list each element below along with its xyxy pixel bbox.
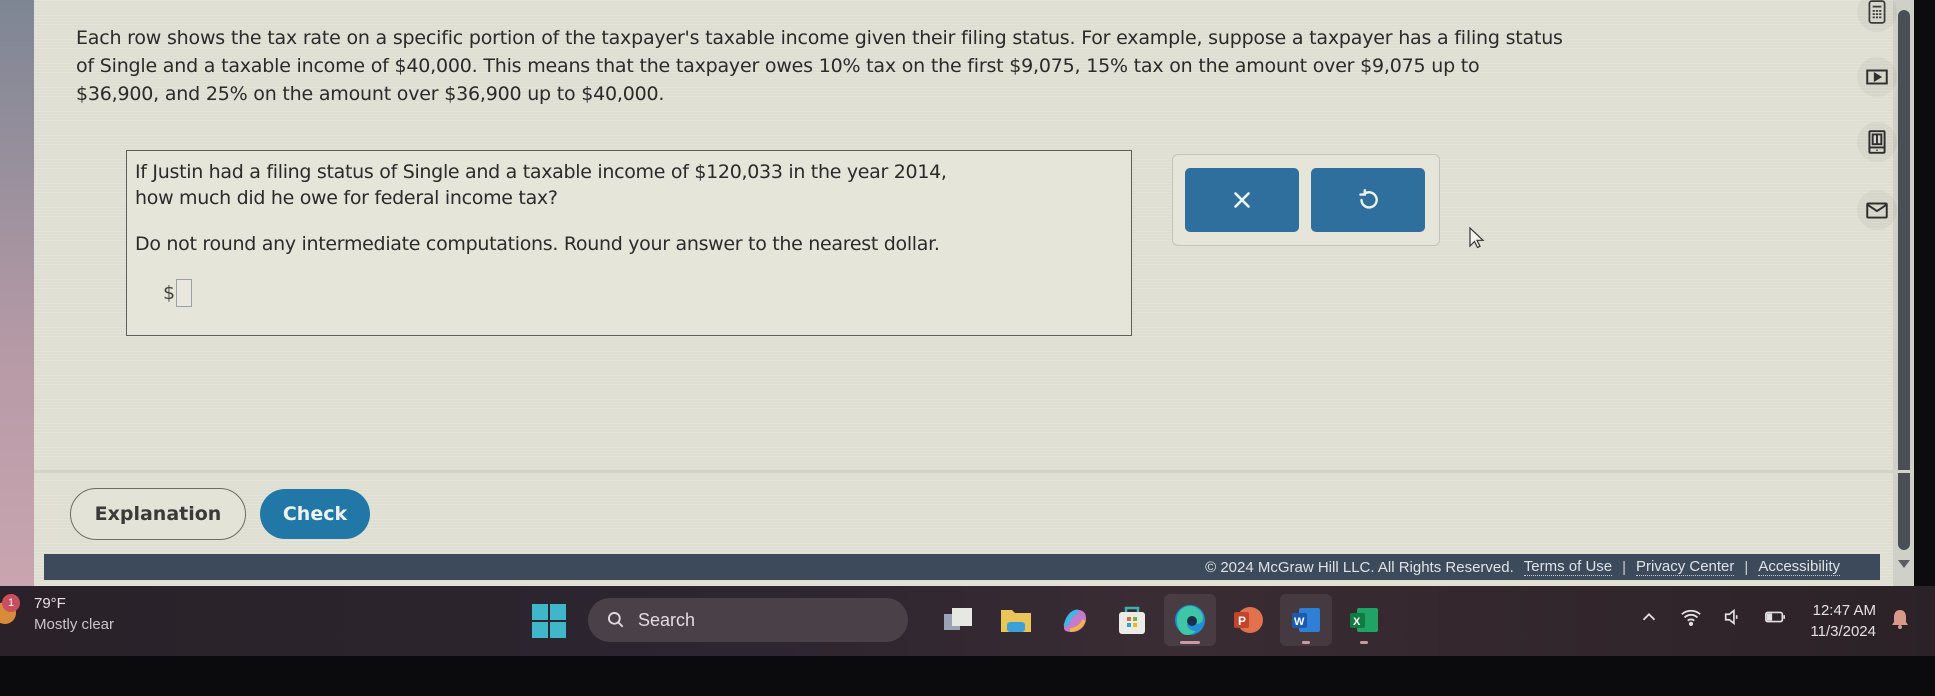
search-label: Search	[638, 609, 696, 630]
battery-icon[interactable]	[1764, 606, 1786, 628]
question-line-1: If Justin had a filing status of Single …	[135, 161, 947, 183]
intro-line-3: $36,900, and 25% on the amount over $36,…	[76, 83, 665, 105]
scrollbar-thumb[interactable]	[1898, 10, 1910, 550]
svg-text:P: P	[1238, 614, 1246, 628]
explanation-button[interactable]: Explanation	[70, 488, 246, 540]
ebook-button[interactable]	[1857, 122, 1897, 162]
weather-condition: Mostly clear	[34, 616, 115, 633]
chevron-up-icon[interactable]	[1638, 606, 1660, 628]
taskbar-app-edge[interactable]	[1164, 594, 1216, 646]
system-tray	[1638, 606, 1786, 628]
intro-line-1: Each row shows the tax rate on a specifi…	[76, 27, 1563, 49]
undo-icon	[1359, 189, 1378, 209]
word-icon: W	[1292, 608, 1320, 632]
taskbar-app-file-explorer[interactable]	[990, 594, 1042, 646]
notification-badge: 1	[2, 594, 20, 612]
taskbar-search[interactable]: Search	[588, 598, 908, 642]
x-icon	[1234, 192, 1250, 208]
divider	[34, 470, 1914, 473]
currency-symbol: $	[163, 282, 176, 304]
question-line-2: how much did he owe for federal income t…	[135, 187, 558, 209]
weather-temperature: 79°F	[34, 595, 66, 612]
answer-input[interactable]	[176, 279, 193, 307]
copyright-text: © 2024 McGraw Hill LLC. All Rights Reser…	[1205, 558, 1514, 576]
windows-taskbar: 1 79°F Mostly clear Search P W X 12:47 A…	[0, 586, 1935, 656]
powerpoint-icon: P	[1234, 607, 1263, 633]
answer-actions	[1172, 154, 1440, 246]
terms-of-use-link[interactable]: Terms of Use	[1523, 558, 1613, 576]
screen-bezel	[0, 0, 34, 586]
volume-icon[interactable]	[1722, 606, 1744, 628]
task-view-icon	[944, 608, 972, 630]
intro-line-2: of Single and a taxable income of $40,00…	[76, 55, 1480, 77]
notification-bell-icon[interactable]	[1890, 608, 1910, 630]
ebook-icon	[1868, 130, 1886, 154]
clock-time: 12:47 AM	[1812, 602, 1876, 619]
weather-widget[interactable]: 1 79°F Mostly clear	[0, 594, 114, 636]
page-footer: © 2024 McGraw Hill LLC. All Rights Reser…	[44, 554, 1880, 580]
open-indicator	[1360, 641, 1368, 644]
problem-intro: Each row shows the tax rate on a specifi…	[76, 24, 1796, 108]
accessibility-link[interactable]: Accessibility	[1758, 558, 1840, 576]
clear-answer-button[interactable]	[1185, 168, 1299, 232]
excel-icon: X	[1350, 608, 1378, 632]
footer-separator: |	[1744, 558, 1749, 576]
answer-row: $	[163, 279, 193, 307]
taskbar-app-microsoft-store[interactable]	[1106, 594, 1158, 646]
start-button[interactable]	[532, 604, 566, 638]
video-button[interactable]	[1857, 57, 1897, 97]
message-icon	[1866, 202, 1888, 219]
taskbar-app-word[interactable]: W	[1280, 594, 1332, 646]
copilot-icon	[1063, 609, 1086, 632]
calculator-icon	[1868, 0, 1886, 24]
windows-logo-icon	[532, 604, 548, 620]
taskbar-app-copilot[interactable]	[1048, 594, 1100, 646]
taskbar-app-task-view[interactable]	[932, 594, 984, 646]
search-icon	[608, 612, 624, 628]
screen-bottom-bezel	[0, 656, 1935, 696]
footer-separator: |	[1622, 558, 1627, 576]
video-icon	[1866, 69, 1888, 85]
rounding-instruction: Do not round any intermediate computatio…	[135, 233, 940, 255]
scroll-down-arrow-icon[interactable]	[1898, 560, 1910, 568]
edge-icon	[1175, 605, 1205, 635]
svg-text:X: X	[1353, 616, 1361, 628]
weather-icon: 1	[0, 594, 26, 628]
undo-button[interactable]	[1311, 168, 1425, 232]
taskbar-app-excel[interactable]: X	[1338, 594, 1390, 646]
mouse-cursor-icon	[1469, 226, 1485, 249]
taskbar-app-powerpoint[interactable]: P	[1222, 594, 1274, 646]
message-button[interactable]	[1857, 190, 1897, 230]
question-text: If Justin had a filing status of Single …	[135, 159, 1115, 211]
folder-icon	[1001, 610, 1031, 632]
system-clock[interactable]: 12:47 AM 11/3/2024	[1790, 600, 1876, 642]
privacy-center-link[interactable]: Privacy Center	[1636, 558, 1735, 576]
store-icon	[1119, 606, 1145, 634]
scrollbar[interactable]	[1893, 0, 1914, 586]
wifi-icon[interactable]	[1680, 606, 1702, 628]
active-indicator	[1180, 641, 1200, 644]
clock-date: 11/3/2024	[1810, 623, 1876, 640]
question-panel: If Justin had a filing status of Single …	[126, 150, 1132, 336]
check-button[interactable]: Check	[260, 489, 370, 539]
open-indicator	[1302, 641, 1310, 644]
svg-text:W: W	[1294, 616, 1305, 628]
